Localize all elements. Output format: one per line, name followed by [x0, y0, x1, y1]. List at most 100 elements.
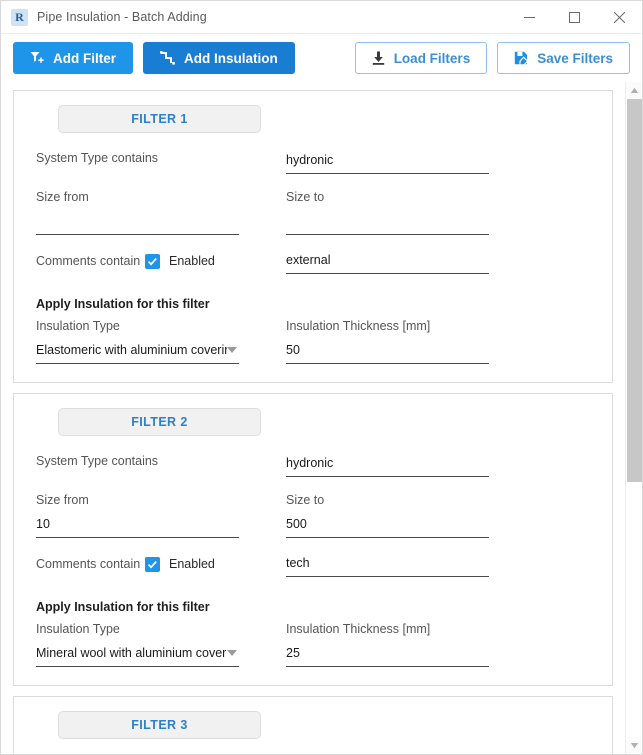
size-row: Size from 10 Size to 500 — [36, 489, 590, 538]
scrollbar-thumb[interactable] — [627, 99, 642, 482]
system-type-input[interactable]: hydronic — [286, 147, 489, 174]
filter-card: FILTER 1 System Type contains hydronic S… — [13, 90, 613, 383]
add-filter-button[interactable]: Add Filter — [13, 42, 133, 74]
filter-header[interactable]: FILTER 3 — [58, 711, 261, 739]
insulation-thickness-label: Insulation Thickness [mm] — [286, 622, 431, 636]
system-type-label-col: System Type contains — [36, 753, 286, 754]
add-filter-label: Add Filter — [53, 50, 116, 66]
save-filters-button[interactable]: Save Filters — [497, 42, 630, 74]
system-type-input-col: hydronic — [286, 753, 536, 754]
system-type-input-col: hydronic — [286, 147, 536, 174]
size-to-label: Size to — [286, 493, 325, 507]
apply-insulation-heading: Apply Insulation for this filter — [36, 600, 210, 614]
comments-enabled-label: Enabled — [169, 254, 215, 268]
scroll-up-button[interactable] — [626, 82, 642, 99]
size-to-col: Size to — [286, 186, 536, 235]
save-icon — [514, 51, 529, 65]
comments-input[interactable]: tech — [286, 550, 489, 577]
system-type-label-col: System Type contains — [36, 450, 286, 477]
size-from-label: Size from — [36, 493, 89, 507]
comments-input[interactable]: external — [286, 247, 489, 274]
system-type-label-col: System Type contains — [36, 147, 286, 174]
insulation-row: Insulation Type Mineral wool with alumin… — [36, 618, 590, 667]
size-row: Size from Size to — [36, 186, 590, 235]
window-controls — [507, 1, 642, 34]
comments-enabled-label: Enabled — [169, 557, 215, 571]
comments-input-col: tech — [286, 550, 536, 578]
content-area: FILTER 1 System Type contains hydronic S… — [1, 82, 642, 754]
comments-label: Comments contain — [36, 557, 141, 571]
size-to-input[interactable]: 500 — [286, 511, 489, 538]
comments-enabled-checkbox[interactable] — [145, 556, 160, 572]
comments-row: Comments contain Enabled external — [36, 247, 590, 275]
size-to-col: Size to 500 — [286, 489, 536, 538]
app-window: R Pipe Insulation - Batch Adding Add Fil… — [0, 0, 643, 755]
system-type-row: System Type contains hydronic — [36, 147, 590, 174]
apply-insulation-heading: Apply Insulation for this filter — [36, 297, 210, 311]
title-bar: R Pipe Insulation - Batch Adding — [1, 1, 642, 34]
size-from-col: Size from 10 — [36, 489, 286, 538]
scrollbar-track[interactable] — [626, 99, 642, 737]
system-type-input[interactable]: hydronic — [286, 450, 489, 477]
insulation-type-dropdown[interactable]: Mineral wool with aluminium cover — [36, 640, 239, 667]
insulation-thickness-input[interactable]: 25 — [286, 640, 489, 667]
insulation-row: Insulation Type Elastomeric with alumini… — [36, 315, 590, 364]
comments-label-col: Comments contain Enabled — [36, 550, 286, 578]
insulation-thickness-col: Insulation Thickness [mm] 25 — [286, 618, 536, 667]
filter-card: FILTER 3 System Type contains hydronic S… — [13, 696, 613, 754]
insulation-type-col: Insulation Type Elastomeric with alumini… — [36, 315, 286, 364]
window-title: Pipe Insulation - Batch Adding — [37, 10, 207, 24]
load-filters-label: Load Filters — [393, 50, 471, 66]
insulation-type-dropdown[interactable]: Elastomeric with aluminium coverin — [36, 337, 239, 364]
filter-plus-icon — [30, 51, 44, 65]
system-type-label: System Type contains — [36, 151, 159, 165]
load-filters-button[interactable]: Load Filters — [354, 42, 488, 74]
system-type-input-col: hydronic — [286, 450, 536, 477]
maximize-button[interactable] — [552, 1, 597, 34]
size-from-col: Size from — [36, 186, 286, 235]
system-type-label: System Type contains — [36, 454, 159, 468]
comments-checkbox-row: Comments contain Enabled — [36, 247, 286, 275]
insulation-thickness-input[interactable]: 50 — [286, 337, 489, 364]
download-icon — [372, 51, 385, 65]
filter-card: FILTER 2 System Type contains hydronic S… — [13, 393, 613, 686]
save-filters-label: Save Filters — [537, 50, 613, 66]
size-from-input[interactable] — [36, 208, 239, 235]
comments-label-col: Comments contain Enabled — [36, 247, 286, 275]
size-from-input[interactable]: 10 — [36, 511, 239, 538]
comments-label: Comments contain — [36, 254, 141, 268]
insulation-type-value: Elastomeric with aluminium coverin — [36, 343, 227, 357]
add-insulation-button[interactable]: Add Insulation — [143, 42, 295, 74]
close-button[interactable] — [597, 1, 642, 34]
system-type-row: System Type contains hydronic — [36, 753, 590, 754]
pipe-icon — [160, 51, 175, 65]
insulation-type-label: Insulation Type — [36, 622, 120, 636]
vertical-scrollbar[interactable] — [625, 82, 642, 754]
add-insulation-label: Add Insulation — [184, 50, 278, 66]
app-icon: R — [11, 8, 28, 26]
scroll-down-button[interactable] — [626, 737, 642, 754]
filter-header[interactable]: FILTER 2 — [58, 408, 261, 436]
comments-input-col: external — [286, 247, 536, 275]
insulation-type-value: Mineral wool with aluminium cover — [36, 646, 227, 660]
chevron-down-icon — [227, 650, 237, 656]
comments-checkbox-row: Comments contain Enabled — [36, 550, 286, 578]
system-type-label: System Type contains — [36, 753, 286, 754]
insulation-thickness-label: Insulation Thickness [mm] — [286, 319, 431, 333]
minimize-button[interactable] — [507, 1, 552, 34]
comments-row: Comments contain Enabled tech — [36, 550, 590, 578]
size-to-input[interactable] — [286, 208, 489, 235]
chevron-down-icon — [227, 347, 237, 353]
filter-header[interactable]: FILTER 1 — [58, 105, 261, 133]
size-from-label: Size from — [36, 190, 89, 204]
insulation-thickness-col: Insulation Thickness [mm] 50 — [286, 315, 536, 364]
toolbar: Add Filter Add Insulation Load Filters S… — [1, 34, 642, 82]
comments-enabled-checkbox[interactable] — [145, 253, 160, 269]
system-type-input[interactable]: hydronic — [286, 753, 489, 754]
filters-scroll-area[interactable]: FILTER 1 System Type contains hydronic S… — [1, 82, 625, 754]
